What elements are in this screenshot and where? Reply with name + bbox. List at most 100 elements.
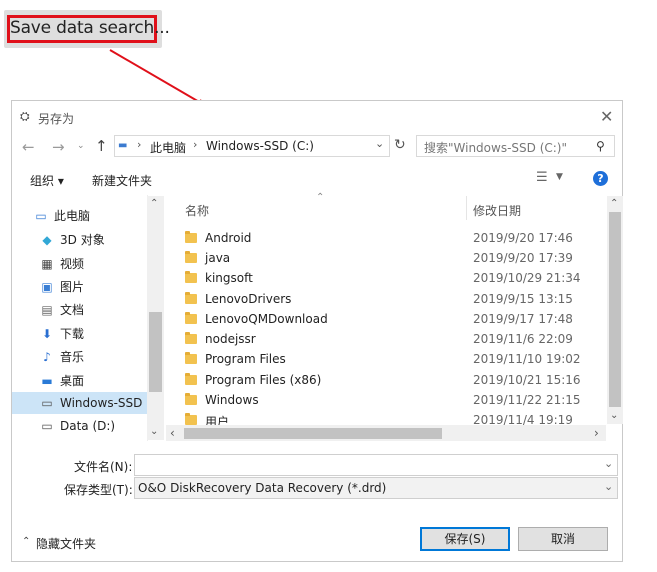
file-date: 2019/10/21 15:16	[473, 373, 581, 387]
nav-item-downloads[interactable]: ⬇ 下载	[40, 325, 84, 345]
hide-folders-toggle[interactable]: 隐藏文件夹	[36, 535, 96, 552]
folder-icon	[185, 352, 197, 364]
file-name[interactable]: LenovoQMDownload	[205, 312, 328, 326]
search-icon[interactable]: ⚲	[596, 139, 605, 153]
filename-label: 文件名(N):	[74, 460, 133, 474]
breadcrumb-chevron-icon: ›	[193, 138, 198, 151]
file-date: 2019/9/17 17:48	[473, 312, 573, 326]
folder-icon	[185, 373, 197, 385]
folder-icon	[185, 312, 197, 324]
nav-item-label: 此电脑	[54, 209, 91, 223]
music-icon: ♪	[43, 350, 51, 364]
computer-icon: ▬	[118, 140, 128, 151]
nav-item-windows-ssd[interactable]: ▭ Windows-SSD (	[40, 396, 151, 416]
scroll-right-icon[interactable]: ›	[594, 426, 599, 440]
collapse-chevron-icon[interactable]: ⌃	[22, 536, 30, 547]
file-name[interactable]: Program Files (x86)	[205, 373, 321, 387]
filetype-dropdown-icon[interactable]: ⌄	[604, 480, 613, 493]
nav-item-label: 图片	[60, 280, 85, 294]
view-options-icon[interactable]: ☰	[536, 170, 548, 185]
app-icon: ⛭	[20, 109, 30, 123]
nav-item-label: 音乐	[60, 350, 85, 364]
file-name[interactable]: nodejssr	[205, 332, 256, 346]
file-list-hscrollbar-thumb[interactable]	[184, 428, 442, 439]
folder-icon	[185, 413, 197, 425]
scroll-left-icon[interactable]: ‹	[170, 426, 175, 440]
dialog-title: 另存为	[38, 112, 75, 126]
folder-icon	[185, 251, 197, 263]
download-icon: ⬇	[41, 327, 53, 341]
file-name[interactable]: LenovoDrivers	[205, 292, 291, 306]
breadcrumb-this-pc[interactable]: 此电脑	[150, 139, 186, 156]
file-name[interactable]: 用户	[205, 413, 229, 425]
breadcrumb-chevron-icon: ›	[137, 138, 142, 151]
video-icon: ▦	[41, 257, 53, 271]
file-date: 2019/9/20 17:46	[473, 231, 573, 245]
nav-item-label: 文档	[60, 303, 85, 317]
file-name[interactable]: kingsoft	[205, 271, 253, 285]
filetype-label: 保存类型(T):	[64, 483, 133, 497]
folder-icon	[185, 231, 197, 243]
folder-icon	[185, 271, 197, 283]
file-date: 2019/11/22 21:15	[473, 393, 581, 407]
file-name[interactable]: Android	[205, 231, 251, 245]
file-list-clip: 用户 2019/11/4 19:19	[166, 410, 606, 425]
nav-item-label: 桌面	[60, 374, 85, 388]
filetype-value: O&O DiskRecovery Data Recovery (*.drd)	[138, 481, 387, 495]
nav-item-label: 3D 对象	[60, 233, 105, 247]
nav-item-documents[interactable]: ▤ 文档	[40, 301, 84, 321]
nav-item-label: Windows-SSD (	[60, 396, 151, 410]
document-icon: ▤	[41, 303, 53, 317]
scroll-up-icon[interactable]: ⌃	[610, 198, 618, 209]
organize-menu[interactable]: 组织 ▾	[30, 172, 64, 189]
help-icon[interactable]: ?	[593, 171, 608, 186]
picture-icon: ▣	[41, 280, 53, 294]
new-folder-button[interactable]: 新建文件夹	[92, 172, 152, 189]
filename-input[interactable]	[134, 454, 618, 476]
save-button[interactable]: 保存(S)	[420, 527, 510, 551]
column-divider[interactable]	[466, 196, 467, 220]
nav-item-desktop[interactable]: ▬ 桌面	[40, 372, 84, 392]
file-date: 2019/9/20 17:39	[473, 251, 573, 265]
close-icon[interactable]: ✕	[600, 107, 613, 126]
nav-item-label: Data (D:)	[60, 419, 116, 433]
recent-chevron-icon[interactable]: ⌄	[77, 141, 85, 151]
desktop-icon: ▬	[41, 374, 53, 388]
file-name[interactable]: Windows	[205, 393, 259, 407]
file-name[interactable]: java	[205, 251, 230, 265]
column-header-date[interactable]: 修改日期	[473, 202, 521, 219]
file-list-scrollbar-thumb[interactable]	[609, 212, 621, 407]
scroll-down-icon[interactable]: ⌄	[610, 410, 618, 421]
address-dropdown-icon[interactable]: ⌄	[375, 137, 384, 150]
cube-icon: ◆	[42, 233, 52, 247]
file-name[interactable]: Program Files	[205, 352, 286, 366]
sort-indicator-icon: ⌃	[316, 192, 325, 203]
refresh-icon[interactable]: ↻	[394, 137, 406, 153]
nav-item-this-pc[interactable]: ▭ 此电脑	[34, 207, 90, 227]
nav-item-label: 下载	[60, 327, 85, 341]
drive-icon: ▭	[41, 396, 53, 410]
nav-item-videos[interactable]: ▦ 视频	[40, 255, 84, 275]
up-arrow-icon[interactable]: ↑	[95, 137, 108, 155]
back-arrow-icon[interactable]: ←	[22, 138, 35, 156]
file-date: 2019/11/6 22:09	[473, 332, 573, 346]
file-date: 2019/11/10 19:02	[473, 352, 581, 366]
nav-item-music[interactable]: ♪ 音乐	[40, 348, 84, 368]
file-date: 2019/11/4 19:19	[473, 413, 573, 425]
breadcrumb-drive[interactable]: Windows-SSD (C:)	[206, 139, 314, 153]
cancel-button[interactable]: 取消	[518, 527, 608, 551]
column-header-name[interactable]: 名称	[185, 202, 209, 219]
nav-item-label: 视频	[60, 257, 85, 271]
nav-item-pictures[interactable]: ▣ 图片	[40, 278, 84, 298]
view-dropdown-icon[interactable]: ▼	[556, 172, 563, 182]
scroll-up-icon[interactable]: ⌃	[150, 198, 158, 209]
nav-scrollbar-thumb[interactable]	[149, 312, 162, 392]
search-placeholder: 搜索"Windows-SSD (C:)"	[424, 141, 568, 155]
nav-item-data-d[interactable]: ▭ Data (D:)	[40, 419, 115, 439]
nav-item-3d-objects[interactable]: ◆ 3D 对象	[40, 231, 105, 251]
forward-arrow-icon[interactable]: →	[52, 138, 65, 156]
scroll-down-icon[interactable]: ⌄	[150, 426, 158, 437]
file-date: 2019/9/15 13:15	[473, 292, 573, 306]
folder-icon	[185, 393, 197, 405]
filename-dropdown-icon[interactable]: ⌄	[604, 457, 613, 470]
